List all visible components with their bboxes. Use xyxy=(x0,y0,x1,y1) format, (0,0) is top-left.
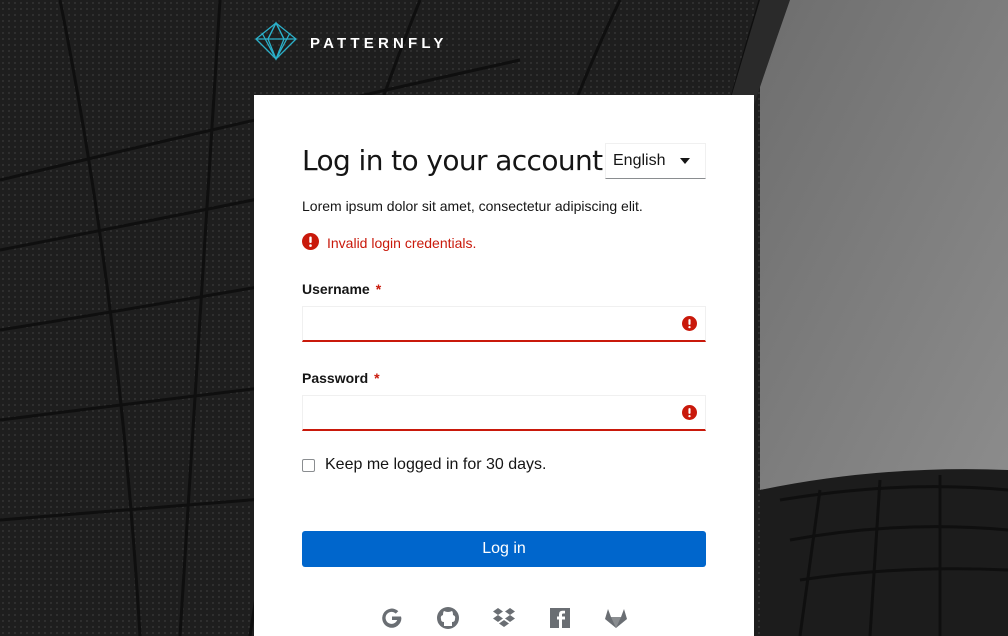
error-text: Invalid login credentials. xyxy=(327,235,477,251)
login-button[interactable]: Log in xyxy=(302,531,706,567)
social-login-list xyxy=(302,605,706,635)
login-card: Log in to your account English Lorem ips… xyxy=(254,95,754,636)
facebook-icon[interactable] xyxy=(547,605,573,631)
exclamation-circle-icon xyxy=(302,233,319,253)
brand-name: PATTERNFLY xyxy=(310,34,448,52)
required-marker: * xyxy=(375,281,382,297)
language-select-value: English xyxy=(613,152,666,169)
username-input[interactable] xyxy=(303,307,679,339)
login-error-message: Invalid login credentials. xyxy=(302,233,476,253)
password-label-text: Password xyxy=(302,370,369,386)
patternfly-logo-icon xyxy=(254,21,298,66)
username-label: Username * xyxy=(302,281,381,297)
required-marker: * xyxy=(374,370,380,386)
language-select[interactable]: English xyxy=(605,143,706,179)
page-title: Log in to your account xyxy=(302,144,603,177)
password-input[interactable] xyxy=(303,396,679,428)
brand-logo[interactable]: PATTERNFLY xyxy=(254,21,448,66)
login-header: Log in to your account English xyxy=(302,143,706,179)
password-field[interactable] xyxy=(302,395,706,431)
password-label: Password * xyxy=(302,370,380,386)
username-field[interactable] xyxy=(302,306,706,342)
google-icon[interactable] xyxy=(379,605,405,631)
github-icon[interactable] xyxy=(435,605,461,631)
exclamation-circle-icon xyxy=(682,405,697,425)
username-label-text: Username xyxy=(302,281,370,297)
dropbox-icon[interactable] xyxy=(491,605,517,631)
remember-me[interactable]: Keep me logged in for 30 days. xyxy=(302,456,546,474)
gitlab-icon[interactable] xyxy=(603,605,629,631)
remember-me-checkbox[interactable] xyxy=(302,458,315,472)
login-description: Lorem ipsum dolor sit amet, consectetur … xyxy=(302,198,643,214)
caret-down-icon xyxy=(680,158,690,164)
exclamation-circle-icon xyxy=(682,316,697,336)
remember-me-label: Keep me logged in for 30 days. xyxy=(325,456,547,473)
